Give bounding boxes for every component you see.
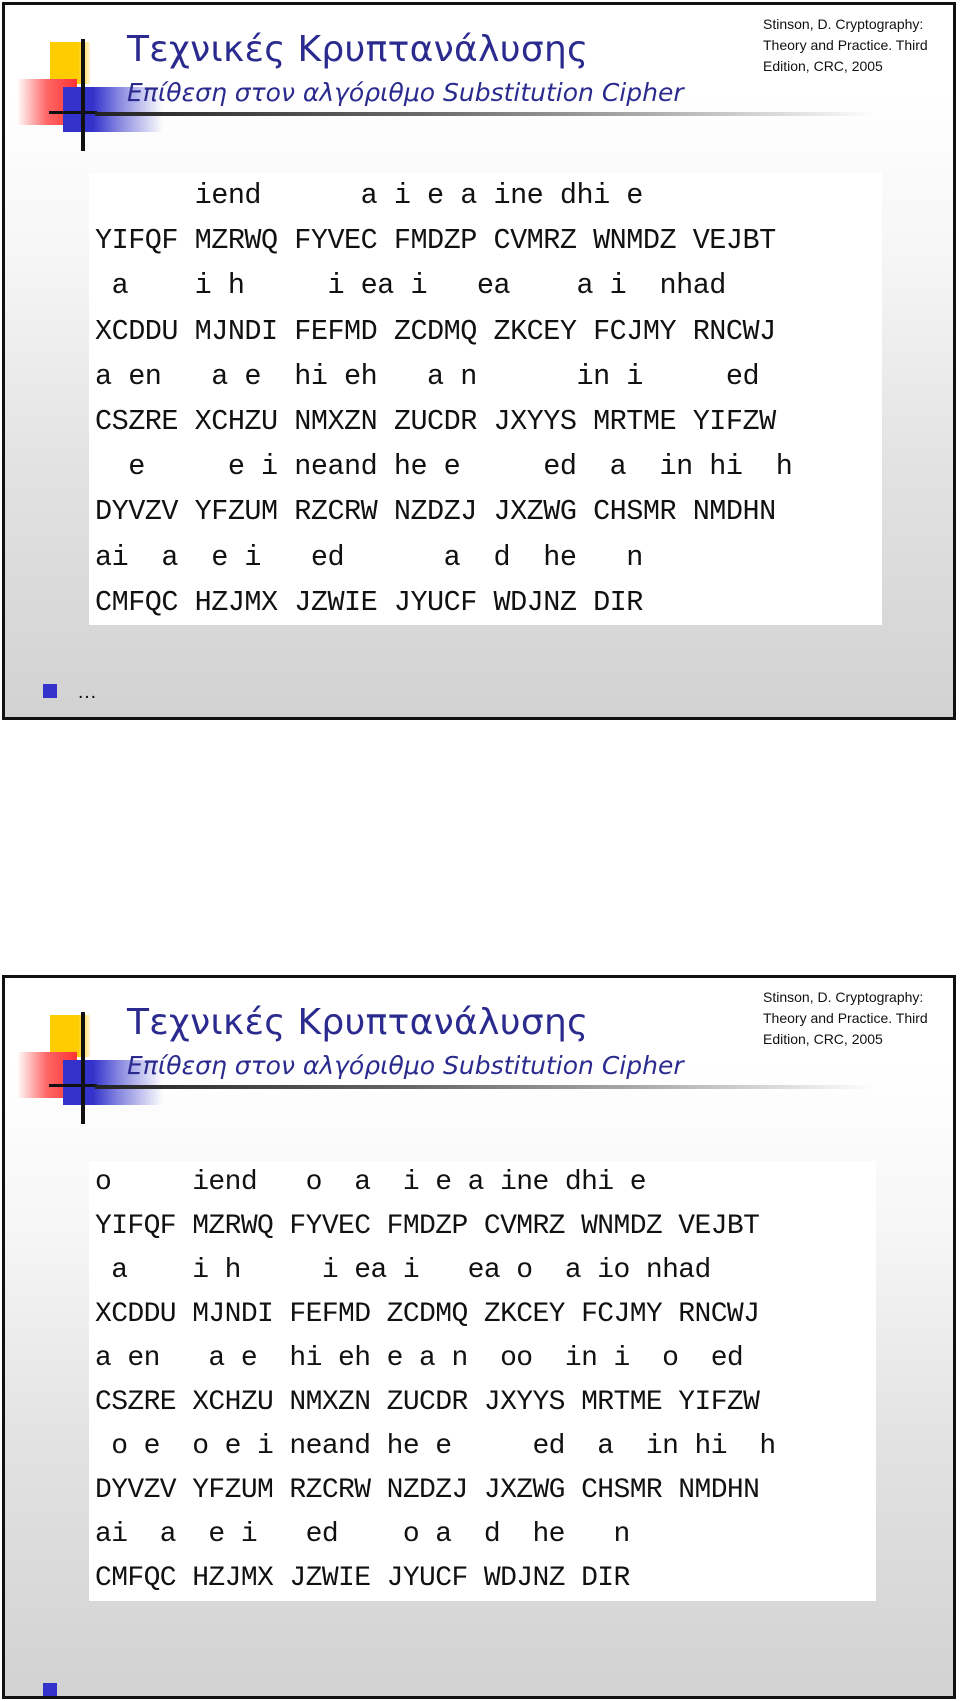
ciphertext-image: iend a i e a ine dhi e YIFQF MZRWQ FYVEC… [89,173,882,625]
logo-vertical-line [81,1012,85,1124]
plaintext-row: o e o e i neand he e ed a in hi h [95,1431,776,1462]
ciphertext-row: YIFQF MZRWQ FYVEC FMDZP CVMRZ WNMDZ VEJB… [95,1211,760,1242]
slide-1: Τεχνικές Κρυπτανάλυσης Επίθεση στον αλγό… [2,2,956,720]
ciphertext-row: XCDDU MJNDI FEFMD ZCDMQ ZKCEY FCJMY RNCW… [95,314,776,348]
reference-line: Stinson, D. Cryptography: [763,989,924,1005]
reference-line: Edition, CRC, 2005 [763,1031,883,1047]
slide-subtitle: Επίθεση στον αλγόριθμο Substitution Ciph… [127,1051,684,1080]
reference-line: Stinson, D. Cryptography: [763,16,924,32]
ciphertext-row: YIFQF MZRWQ FYVEC FMDZP CVMRZ WNMDZ VEJB… [95,224,776,258]
ciphertext-row: CMFQC HZJMX JZWIE JYUCF WDJNZ DIR [95,1563,630,1594]
slide-title: Τεχνικές Κρυπτανάλυσης [127,1002,589,1043]
bullet-square-icon [43,1683,57,1696]
reference-note: Stinson, D. Cryptography: Theory and Pra… [763,987,953,1050]
bullet-text: … [77,681,97,703]
plaintext-row: e e i neand he e ed a in hi h [95,450,793,484]
ciphertext-image: o iend o a i e a ine dhi e YIFQF MZRWQ F… [89,1161,876,1601]
reference-line: Edition, CRC, 2005 [763,58,883,74]
logo-horizontal-line [49,111,97,114]
ciphertext-row: CMFQC HZJMX JZWIE JYUCF WDJNZ DIR [95,585,643,619]
plaintext-row: iend a i e a ine dhi e [95,179,743,212]
reference-note: Stinson, D. Cryptography: Theory and Pra… [763,14,953,77]
slide-2: Τεχνικές Κρυπτανάλυσης Επίθεση στον αλγό… [2,975,956,1699]
plaintext-row: a en a e hi eh a n in i ed [95,359,760,393]
plaintext-row: ai a e i ed a d he n [95,540,760,574]
title-underline [95,112,875,116]
ciphertext-row: DYVZV YFZUM RZCRW NZDZJ JXZWG CHSMR NMDH… [95,495,776,529]
ciphertext-row: CSZRE XCHZU NMXZN ZUCDR JXYYS MRTME YIFZ… [95,1387,760,1418]
ciphertext-row: CSZRE XCHZU NMXZN ZUCDR JXYYS MRTME YIFZ… [95,404,776,438]
plaintext-row: a i h i ea i ea o a io nhad [95,1255,727,1286]
plaintext-row: o iend o a i e a ine dhi e [95,1167,744,1198]
slide-title: Τεχνικές Κρυπτανάλυσης [127,29,589,70]
reference-line: Theory and Practice. Third [763,1010,928,1026]
slide-subtitle: Επίθεση στον αλγόριθμο Substitution Ciph… [127,78,684,107]
title-underline [95,1085,875,1089]
logo-vertical-line [81,39,85,151]
plaintext-row: a en a e hi eh e a n oo in i o ed [95,1343,744,1374]
reference-line: Theory and Practice. Third [763,37,928,53]
logo-horizontal-line [49,1084,97,1087]
bullet-square-icon [43,684,57,698]
ciphertext-row: DYVZV YFZUM RZCRW NZDZJ JXZWG CHSMR NMDH… [95,1475,760,1506]
plaintext-row: ai a e i ed o a d he n [95,1519,744,1550]
ciphertext-row: XCDDU MJNDI FEFMD ZCDMQ ZKCEY FCJMY RNCW… [95,1299,760,1330]
plaintext-row: a i h i ea i ea a i nhad [95,269,743,303]
